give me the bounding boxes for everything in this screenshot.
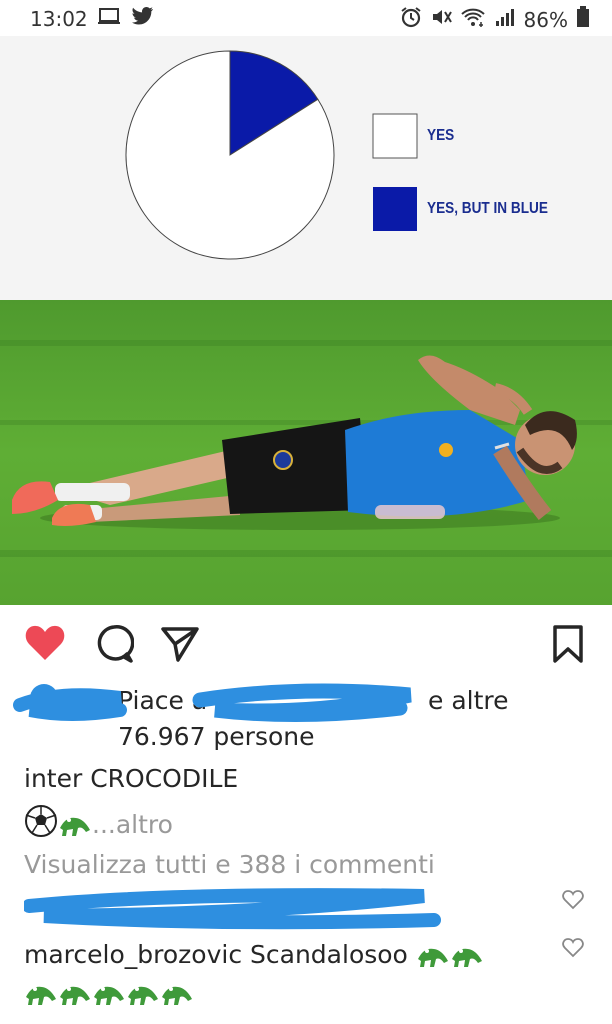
soccer-ball-icon — [24, 804, 58, 844]
comment-emoji-line — [24, 978, 594, 1009]
caption-more-link[interactable]: ...altro — [92, 810, 173, 839]
comment-like-heart-icon[interactable] — [562, 890, 584, 914]
comment-icon[interactable] — [94, 624, 135, 668]
pie-chart — [125, 50, 418, 260]
redaction-scribble — [13, 683, 412, 723]
post-actions — [0, 610, 612, 680]
caption-line2: ...altro — [24, 804, 173, 844]
redaction-scribble — [22, 888, 441, 930]
crocodile-icon — [92, 978, 126, 1007]
crocodile-icon — [160, 978, 194, 1007]
legend-swatch-yes — [372, 113, 418, 159]
crocodile-icon — [416, 940, 450, 969]
legend-label-yes: YES — [427, 127, 455, 144]
bookmark-icon[interactable] — [552, 624, 584, 668]
legend-label-blue: YES, BUT IN BLUE — [427, 200, 548, 217]
crocodile-icon — [24, 978, 58, 1007]
share-icon[interactable] — [160, 624, 200, 668]
post-image-chart: YES YES, BUT IN BLUE — [0, 36, 612, 300]
caption: inter CROCODILE — [24, 764, 238, 793]
likes-summary[interactable]: Piace a e altre 76.967 persone — [0, 680, 612, 760]
crocodile-icon — [58, 809, 92, 840]
caption-text: CROCODILE — [90, 764, 239, 793]
comment-like-heart-icon[interactable] — [562, 938, 584, 962]
comment-text: Scandalosoo — [250, 940, 408, 969]
post-photo[interactable] — [0, 300, 612, 605]
crocodile-icon — [126, 978, 160, 1007]
comment-row: marcelo_brozovic Scandalosoo — [24, 940, 594, 971]
water-bottle — [375, 505, 445, 519]
legend-swatch-blue — [373, 187, 417, 231]
comment-username[interactable]: marcelo_brozovic — [24, 940, 242, 969]
crocodile-icon — [450, 940, 484, 969]
crocodile-icon — [58, 978, 92, 1007]
view-all-comments-link[interactable]: Visualizza tutti e 388 i commenti — [24, 850, 435, 879]
like-heart-icon[interactable] — [24, 624, 66, 666]
comment-row-redacted — [22, 884, 594, 934]
caption-username[interactable]: inter — [24, 764, 82, 793]
